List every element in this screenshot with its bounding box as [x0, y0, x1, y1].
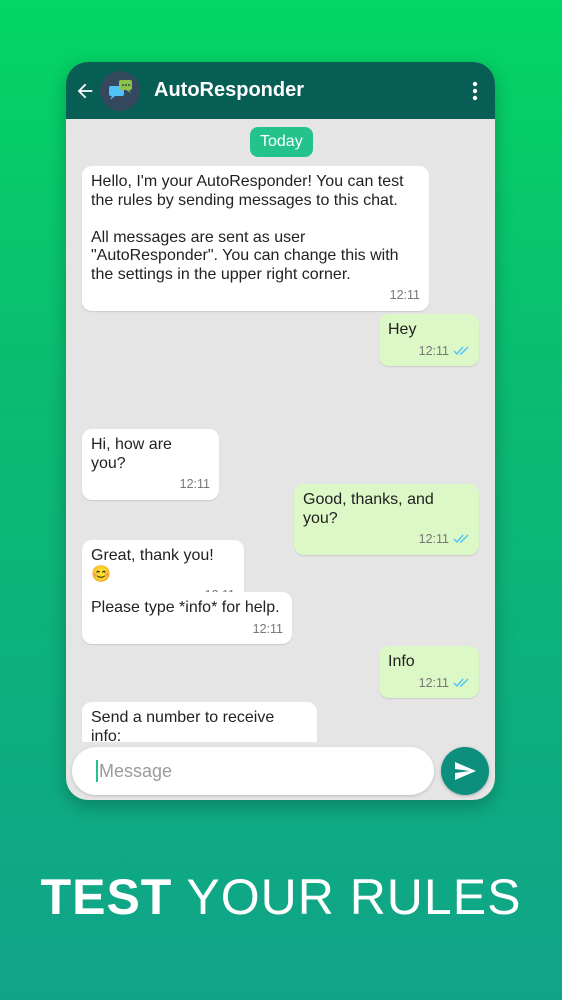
message-incoming: Hello, I'm your AutoResponder! You can t…: [82, 166, 429, 311]
app-bar: AutoResponder: [66, 62, 495, 119]
send-button[interactable]: [441, 747, 489, 795]
tagline-bold: TEST: [40, 869, 173, 925]
message-time: 12:11: [179, 477, 210, 491]
message-time: 12:11: [389, 288, 420, 302]
read-ticks-icon: [453, 346, 469, 355]
composer: Message: [66, 742, 495, 800]
phone-frame: AutoResponder Today Hello, I'm your Auto…: [66, 62, 495, 800]
message-text: Info: [388, 653, 415, 670]
more-vertical-icon[interactable]: [455, 62, 495, 119]
read-ticks-icon: [453, 678, 469, 687]
message-outgoing: Hey 12:11: [379, 314, 479, 366]
message-text: Great, thank you! 😊: [91, 547, 219, 583]
chat-area[interactable]: Today Hello, I'm your AutoResponder! You…: [66, 119, 495, 742]
text-caret: [96, 760, 98, 782]
message-text: Please type *info* for help.: [91, 599, 280, 616]
date-chip: Today: [250, 127, 313, 157]
message-incoming: Hi, how are you? 12:11: [82, 429, 219, 500]
chat-title: AutoResponder: [154, 79, 304, 101]
message-outgoing: Info 12:11: [379, 646, 479, 698]
message-time: 12:11: [418, 343, 449, 358]
message-time: 12:11: [252, 621, 283, 636]
message-incoming: Please type *info* for help. 12:11: [82, 592, 292, 644]
message-outgoing: Good, thanks, and you? 12:11: [294, 484, 479, 555]
message-text: Send a number to receive info: 1 - Openi…: [91, 709, 275, 742]
arrow-left-icon[interactable]: [68, 62, 102, 119]
message-text: Hey: [388, 321, 417, 338]
message-incoming: Send a number to receive info: 1 - Openi…: [82, 702, 317, 742]
tagline: TEST YOUR RULES: [0, 868, 562, 926]
message-text: Good, thanks, and you?: [303, 491, 439, 527]
message-text: Hello, I'm your AutoResponder! You can t…: [91, 173, 404, 283]
message-input[interactable]: Message: [72, 747, 434, 795]
message-text: Hi, how are you?: [91, 436, 177, 472]
send-icon: [455, 762, 476, 780]
chat-bubbles-avatar-icon[interactable]: [100, 70, 140, 111]
read-ticks-icon: [453, 534, 469, 544]
message-time: 12:11: [418, 675, 449, 690]
tagline-rest: YOUR RULES: [172, 869, 522, 925]
message-time: 12:11: [418, 532, 449, 546]
message-placeholder: Message: [99, 760, 173, 781]
